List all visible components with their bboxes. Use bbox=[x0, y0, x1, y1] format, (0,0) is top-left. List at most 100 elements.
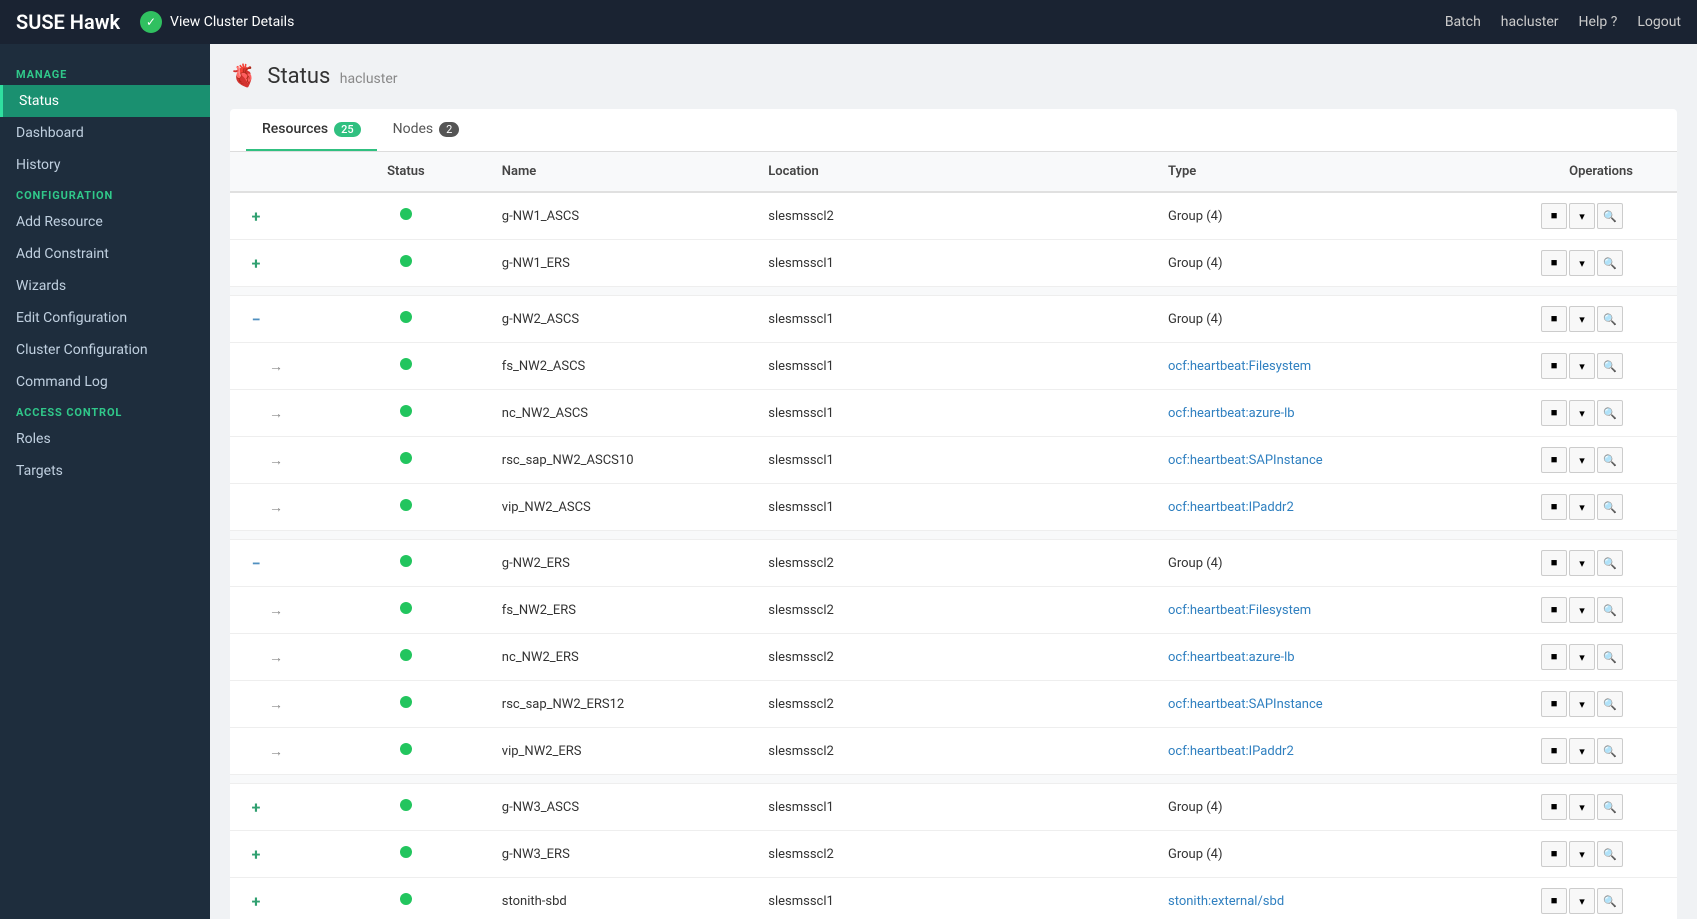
sidebar-item-history[interactable]: History bbox=[0, 149, 210, 181]
expand-button[interactable]: + bbox=[246, 254, 266, 273]
sidebar-item-edit-configuration[interactable]: Edit Configuration bbox=[0, 302, 210, 334]
type-link[interactable]: ocf:heartbeat:Filesystem bbox=[1168, 603, 1311, 618]
location-cell: slesmsscl1 bbox=[752, 784, 1152, 831]
type-link[interactable]: ocf:heartbeat:SAPInstance bbox=[1168, 697, 1323, 712]
type-cell: Group (4) bbox=[1152, 831, 1525, 878]
logout-link[interactable]: Logout bbox=[1637, 14, 1681, 30]
dropdown-button[interactable]: ▾ bbox=[1569, 447, 1595, 473]
stop-button[interactable]: ■ bbox=[1541, 597, 1567, 623]
name-cell: rsc_sap_NW2_ERS12 bbox=[486, 681, 752, 728]
sidebar-item-cluster-configuration[interactable]: Cluster Configuration bbox=[0, 334, 210, 366]
sidebar-item-dashboard[interactable]: Dashboard bbox=[0, 117, 210, 149]
details-button[interactable]: 🔍 bbox=[1597, 841, 1623, 867]
details-button[interactable]: 🔍 bbox=[1597, 306, 1623, 332]
expand-cell: + bbox=[230, 192, 326, 240]
stop-button[interactable]: ■ bbox=[1541, 353, 1567, 379]
stop-button[interactable]: ■ bbox=[1541, 841, 1567, 867]
type-link[interactable]: ocf:heartbeat:azure-lb bbox=[1168, 650, 1295, 665]
details-button[interactable]: 🔍 bbox=[1597, 644, 1623, 670]
stop-button[interactable]: ■ bbox=[1541, 888, 1567, 914]
tab-resources[interactable]: Resources 25 bbox=[246, 109, 377, 151]
details-button[interactable]: 🔍 bbox=[1597, 400, 1623, 426]
expand-button[interactable]: → bbox=[266, 499, 286, 516]
stop-button[interactable]: ■ bbox=[1541, 691, 1567, 717]
expand-button[interactable]: → bbox=[266, 358, 286, 375]
stop-button[interactable]: ■ bbox=[1541, 644, 1567, 670]
col-header-status: Status bbox=[326, 152, 486, 192]
sidebar-item-add-resource[interactable]: Add Resource bbox=[0, 206, 210, 238]
dropdown-button[interactable]: ▾ bbox=[1569, 691, 1595, 717]
type-link[interactable]: ocf:heartbeat:SAPInstance bbox=[1168, 453, 1323, 468]
dropdown-button[interactable]: ▾ bbox=[1569, 306, 1595, 332]
stop-button[interactable]: ■ bbox=[1541, 447, 1567, 473]
sidebar-item-label: Edit Configuration bbox=[16, 310, 127, 326]
details-button[interactable]: 🔍 bbox=[1597, 250, 1623, 276]
dropdown-button[interactable]: ▾ bbox=[1569, 888, 1595, 914]
expand-button[interactable]: + bbox=[246, 892, 266, 911]
expand-button[interactable]: − bbox=[246, 310, 266, 329]
resource-name: vip_NW2_ERS bbox=[502, 744, 582, 759]
dropdown-button[interactable]: ▾ bbox=[1569, 738, 1595, 764]
sidebar-item-command-log[interactable]: Command Log bbox=[0, 366, 210, 398]
details-button[interactable]: 🔍 bbox=[1597, 738, 1623, 764]
expand-button[interactable]: → bbox=[266, 649, 286, 666]
status-heart-icon: 🫀 bbox=[230, 64, 257, 89]
details-button[interactable]: 🔍 bbox=[1597, 888, 1623, 914]
details-button[interactable]: 🔍 bbox=[1597, 203, 1623, 229]
sidebar-item-targets[interactable]: Targets bbox=[0, 455, 210, 487]
dropdown-button[interactable]: ▾ bbox=[1569, 494, 1595, 520]
location-cell: slesmsscl2 bbox=[752, 634, 1152, 681]
ops-buttons: ■ ▾ 🔍 bbox=[1541, 306, 1661, 332]
type-link[interactable]: stonith:external/sbd bbox=[1168, 894, 1284, 909]
expand-button[interactable]: → bbox=[266, 405, 286, 422]
dropdown-button[interactable]: ▾ bbox=[1569, 794, 1595, 820]
details-button[interactable]: 🔍 bbox=[1597, 550, 1623, 576]
details-button[interactable]: 🔍 bbox=[1597, 691, 1623, 717]
details-button[interactable]: 🔍 bbox=[1597, 597, 1623, 623]
type-link[interactable]: ocf:heartbeat:azure-lb bbox=[1168, 406, 1295, 421]
details-button[interactable]: 🔍 bbox=[1597, 353, 1623, 379]
dropdown-button[interactable]: ▾ bbox=[1569, 400, 1595, 426]
stop-button[interactable]: ■ bbox=[1541, 306, 1567, 332]
batch-button[interactable]: Batch bbox=[1445, 14, 1481, 30]
details-button[interactable]: 🔍 bbox=[1597, 494, 1623, 520]
expand-button[interactable]: − bbox=[246, 554, 266, 573]
dropdown-button[interactable]: ▾ bbox=[1569, 550, 1595, 576]
stop-button[interactable]: ■ bbox=[1541, 550, 1567, 576]
dropdown-button[interactable]: ▾ bbox=[1569, 353, 1595, 379]
expand-button[interactable]: + bbox=[246, 845, 266, 864]
dropdown-button[interactable]: ▾ bbox=[1569, 644, 1595, 670]
sidebar-item-add-constraint[interactable]: Add Constraint bbox=[0, 238, 210, 270]
expand-button[interactable]: → bbox=[266, 602, 286, 619]
stop-button[interactable]: ■ bbox=[1541, 203, 1567, 229]
expand-button[interactable]: → bbox=[266, 743, 286, 760]
stop-button[interactable]: ■ bbox=[1541, 250, 1567, 276]
expand-button[interactable]: → bbox=[266, 696, 286, 713]
type-link[interactable]: ocf:heartbeat:IPaddr2 bbox=[1168, 500, 1294, 515]
help-link[interactable]: Help ? bbox=[1579, 14, 1618, 30]
stop-button[interactable]: ■ bbox=[1541, 738, 1567, 764]
type-link[interactable]: ocf:heartbeat:Filesystem bbox=[1168, 359, 1311, 374]
tab-nodes[interactable]: Nodes 2 bbox=[377, 109, 476, 151]
stop-button[interactable]: ■ bbox=[1541, 400, 1567, 426]
sidebar-item-wizards[interactable]: Wizards bbox=[0, 270, 210, 302]
cluster-info: ✓ View Cluster Details bbox=[140, 11, 1445, 33]
status-cell bbox=[326, 240, 486, 287]
expand-button[interactable]: + bbox=[246, 798, 266, 817]
type-link[interactable]: ocf:heartbeat:IPaddr2 bbox=[1168, 744, 1294, 759]
stop-button[interactable]: ■ bbox=[1541, 794, 1567, 820]
details-button[interactable]: 🔍 bbox=[1597, 794, 1623, 820]
cluster-user[interactable]: hacluster bbox=[1501, 14, 1559, 30]
dropdown-button[interactable]: ▾ bbox=[1569, 597, 1595, 623]
dropdown-button[interactable]: ▾ bbox=[1569, 203, 1595, 229]
expand-button[interactable]: → bbox=[266, 452, 286, 469]
expand-button[interactable]: + bbox=[246, 207, 266, 226]
stop-button[interactable]: ■ bbox=[1541, 494, 1567, 520]
sidebar-item-roles[interactable]: Roles bbox=[0, 423, 210, 455]
view-cluster-details-link[interactable]: View Cluster Details bbox=[170, 14, 294, 30]
dropdown-button[interactable]: ▾ bbox=[1569, 250, 1595, 276]
status-cell bbox=[326, 681, 486, 728]
details-button[interactable]: 🔍 bbox=[1597, 447, 1623, 473]
sidebar-item-status[interactable]: Status bbox=[0, 85, 210, 117]
dropdown-button[interactable]: ▾ bbox=[1569, 841, 1595, 867]
